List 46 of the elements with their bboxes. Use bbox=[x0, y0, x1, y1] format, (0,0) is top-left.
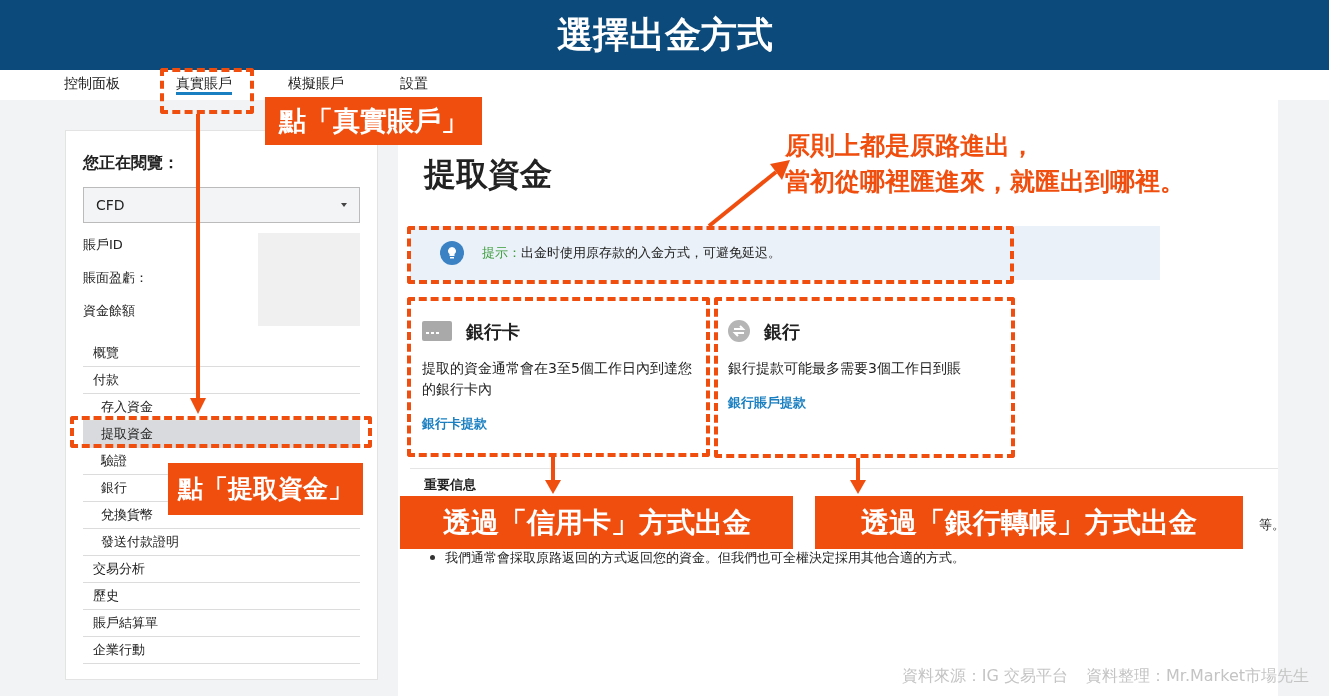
tip-text: 提示：出金时使用原存款的入金方式，可避免延迟。 bbox=[482, 244, 781, 263]
sidebar-menu-item[interactable]: 歷史 bbox=[93, 583, 119, 609]
callout-text: 原則上都是原路進出， 當初從哪裡匯進來，就匯出到哪裡。 bbox=[785, 130, 1185, 198]
sidebar-menu-item[interactable]: 企業行動 bbox=[93, 637, 145, 663]
method-title: 銀行 bbox=[764, 319, 800, 344]
sidebar-menu-item[interactable]: 兌換貨幣 bbox=[101, 502, 153, 528]
withdraw-link[interactable]: 銀行卡提款 bbox=[422, 414, 712, 434]
sidebar-menu-item[interactable]: 交易分析 bbox=[93, 556, 145, 582]
method-title: 銀行卡 bbox=[466, 319, 520, 344]
annotation-label: 透過「信用卡」方式出金 bbox=[400, 496, 793, 549]
method-description: 提取的資金通常會在3至5個工作日內到達您的銀行卡內 bbox=[422, 359, 693, 399]
sidebar-menu-item[interactable]: 驗證 bbox=[101, 448, 127, 474]
notice-heading: 重要信息 bbox=[424, 476, 476, 494]
arrow bbox=[545, 457, 561, 494]
source-credit: 資料來源：IG 交易平台 bbox=[901, 665, 1068, 687]
sidebar-menu-item[interactable]: 付款 bbox=[93, 367, 119, 393]
account-field-label: 賬面盈虧： bbox=[83, 269, 149, 287]
sidebar-menu-item[interactable]: 發送付款證明 bbox=[101, 529, 179, 555]
sidebar-menu-item[interactable]: 提取資金 bbox=[83, 421, 360, 447]
nav-tab[interactable]: 真實賬戶 bbox=[176, 75, 232, 95]
arrow bbox=[850, 458, 866, 494]
page-title: 選擇出金方式 bbox=[556, 13, 773, 57]
annotation-label: 透過「銀行轉帳」方式出金 bbox=[815, 496, 1243, 549]
notice-bullet: 我們通常會採取原路返回的方式返回您的資金。但我們也可全權決定採用其他合適的方式。 bbox=[445, 549, 965, 567]
lightbulb-icon bbox=[440, 241, 464, 265]
exchange-icon bbox=[728, 320, 750, 342]
notice-text-fragment: 等。 bbox=[1259, 515, 1285, 534]
nav-tab[interactable]: 設置 bbox=[400, 75, 428, 95]
withdraw-link[interactable]: 銀行賬戶提款 bbox=[728, 393, 1018, 413]
nav-tab[interactable]: 模擬賬戶 bbox=[288, 75, 344, 95]
method-description: 銀行提款可能最多需要3個工作日到賬 bbox=[728, 359, 962, 378]
annotation-label: 點「真實賬戶」 bbox=[265, 97, 482, 145]
account-select[interactable]: CFD bbox=[83, 187, 360, 223]
nav-tab[interactable]: 控制面板 bbox=[64, 75, 120, 95]
sidebar-menu-item[interactable]: 銀行 bbox=[101, 475, 127, 501]
sidebar-menu-item[interactable]: 概覽 bbox=[93, 340, 119, 366]
sidebar-menu-item[interactable]: 存入資金 bbox=[101, 394, 153, 420]
bullet-icon bbox=[430, 555, 435, 561]
credit-card-icon bbox=[422, 321, 452, 341]
caret-icon bbox=[341, 203, 347, 207]
sidebar-menu-item[interactable]: 賬戶結算單 bbox=[93, 610, 158, 636]
account-field-label: 賬戶ID bbox=[83, 236, 124, 254]
account-field-label: 資金餘額 bbox=[83, 302, 136, 320]
section-title: 提取資金 bbox=[424, 154, 552, 195]
sidebar-heading: 您正在閱覽： bbox=[83, 152, 180, 174]
annotation-label: 點「提取資金」 bbox=[168, 463, 363, 515]
